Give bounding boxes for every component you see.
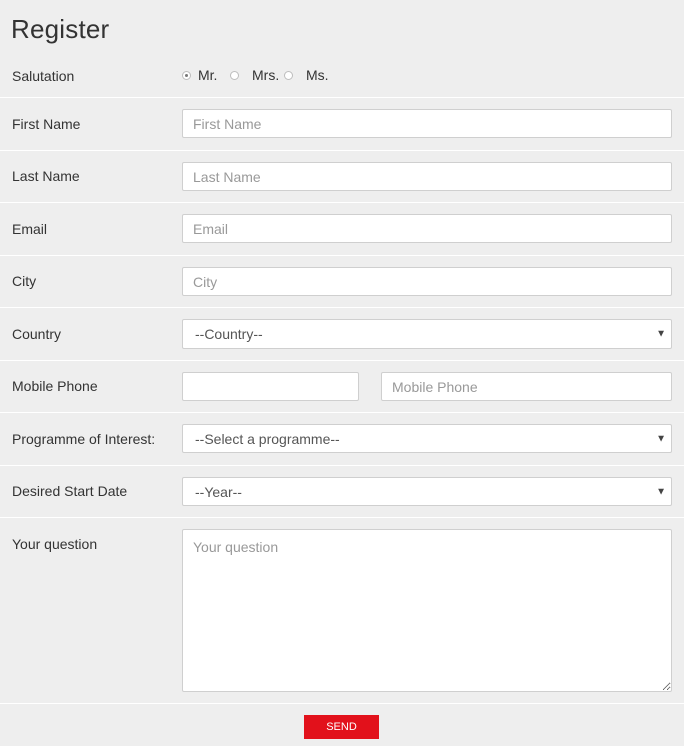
salutation-radio-mrs[interactable]: Mrs. [230, 67, 279, 83]
programme-select[interactable]: --Select a programme-- ▼ [182, 424, 672, 453]
country-select-value: --Country-- [195, 326, 263, 342]
programme-label: Programme of Interest: [12, 431, 156, 447]
country-select[interactable]: --Country-- ▼ [182, 319, 672, 349]
salutation-radio-mr[interactable]: Mr. [182, 67, 217, 83]
first-name-input[interactable] [182, 109, 672, 138]
last-name-label: Last Name [12, 168, 80, 184]
salutation-label: Salutation [12, 68, 75, 84]
salutation-radio-ms[interactable]: Ms. [284, 67, 329, 83]
start-date-label: Desired Start Date [12, 483, 128, 499]
country-label: Country [12, 326, 62, 342]
salutation-row: Salutation [0, 50, 684, 98]
programme-select-value: --Select a programme-- [195, 430, 340, 447]
first-name-label: First Name [12, 116, 81, 132]
mobile-phone-prefix-input[interactable] [182, 372, 359, 401]
radio-mrs-icon[interactable] [230, 70, 239, 80]
question-textarea[interactable] [182, 529, 672, 692]
page-title: Register [11, 14, 110, 44]
radio-mrs-label: Mrs. [252, 67, 280, 83]
city-input[interactable] [182, 267, 672, 296]
last-name-input[interactable] [182, 162, 672, 191]
question-label: Your question [12, 536, 98, 552]
radio-ms-label: Ms. [306, 67, 329, 83]
radio-mr-icon[interactable] [182, 70, 191, 80]
mobile-phone-input[interactable] [381, 372, 672, 401]
radio-mr-label: Mr. [198, 67, 218, 83]
email-label: Email [12, 221, 48, 237]
city-label: City [12, 273, 37, 289]
radio-ms-icon[interactable] [284, 70, 293, 80]
triangle-down-icon: ▼ [656, 433, 666, 444]
start-date-select[interactable]: --Year-- ▼ [182, 477, 672, 506]
send-button[interactable]: SEND [304, 715, 379, 739]
triangle-down-icon: ▼ [656, 328, 666, 340]
triangle-down-icon: ▼ [656, 486, 666, 497]
mobile-phone-label: Mobile Phone [12, 378, 98, 394]
email-input[interactable] [182, 214, 672, 243]
start-date-select-value: --Year-- [195, 483, 242, 500]
